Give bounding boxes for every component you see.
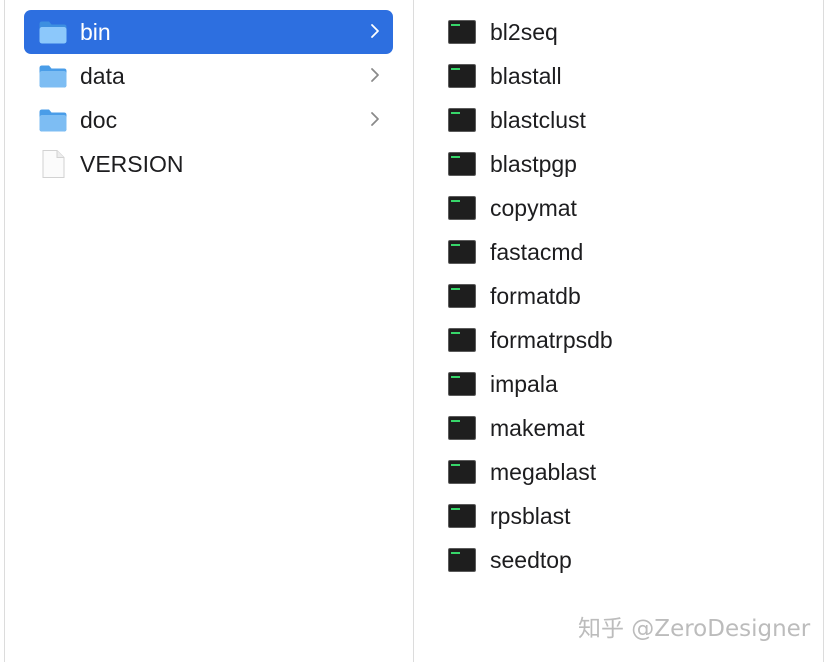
folder-label: data	[80, 62, 125, 89]
file-label: blastall	[490, 62, 562, 89]
document-icon	[42, 150, 65, 178]
file-row[interactable]: copymat	[448, 186, 808, 230]
file-row[interactable]: formatdb	[448, 274, 808, 318]
terminal-exec-icon	[448, 504, 476, 528]
terminal-exec-icon	[448, 284, 476, 308]
folder-row-bin[interactable]: bin	[24, 10, 393, 54]
terminal-exec-icon	[448, 372, 476, 396]
chevron-right-icon	[369, 21, 381, 41]
file-row[interactable]: megablast	[448, 450, 808, 494]
folder-row-data[interactable]: data	[24, 54, 393, 98]
file-label: seedtop	[490, 546, 572, 573]
folder-label: bin	[80, 18, 111, 45]
folder-icon	[39, 65, 67, 88]
terminal-exec-icon	[448, 416, 476, 440]
file-label: copymat	[490, 194, 577, 221]
chevron-right-icon	[369, 109, 381, 129]
column-right: bl2seq blastall blastclust blastpgp copy…	[413, 0, 824, 662]
watermark: 知乎 @ZeroDesigner	[578, 616, 811, 642]
file-row[interactable]: fastacmd	[448, 230, 808, 274]
file-label: blastpgp	[490, 150, 577, 177]
column-left: bin data doc VERSION	[4, 0, 413, 662]
file-row[interactable]: rpsblast	[448, 494, 808, 538]
file-row[interactable]: blastall	[448, 54, 808, 98]
file-label: formatrpsdb	[490, 326, 613, 353]
file-label: fastacmd	[490, 238, 584, 265]
file-row[interactable]: bl2seq	[448, 10, 808, 54]
terminal-exec-icon	[448, 240, 476, 264]
file-label: VERSION	[80, 150, 184, 177]
file-row[interactable]: formatrpsdb	[448, 318, 808, 362]
file-row[interactable]: blastclust	[448, 98, 808, 142]
file-label: impala	[490, 370, 558, 397]
file-label: blastclust	[490, 106, 586, 133]
terminal-exec-icon	[448, 196, 476, 220]
folder-row-doc[interactable]: doc	[24, 98, 393, 142]
chevron-right-icon	[369, 65, 381, 85]
terminal-exec-icon	[448, 20, 476, 44]
terminal-exec-icon	[448, 548, 476, 572]
terminal-exec-icon	[448, 108, 476, 132]
file-row-version[interactable]: VERSION	[24, 142, 393, 186]
file-label: makemat	[490, 414, 585, 441]
terminal-exec-icon	[448, 460, 476, 484]
terminal-exec-icon	[448, 64, 476, 88]
file-label: megablast	[490, 458, 597, 485]
terminal-exec-icon	[448, 328, 476, 352]
file-row[interactable]: impala	[448, 362, 808, 406]
folder-icon	[39, 109, 67, 132]
file-label: formatdb	[490, 282, 581, 309]
file-label: bl2seq	[490, 18, 558, 45]
file-row[interactable]: seedtop	[448, 538, 808, 582]
file-row[interactable]: makemat	[448, 406, 808, 450]
terminal-exec-icon	[448, 152, 476, 176]
file-row[interactable]: blastpgp	[448, 142, 808, 186]
folder-icon	[39, 21, 67, 44]
file-label: rpsblast	[490, 502, 571, 529]
folder-label: doc	[80, 106, 118, 133]
